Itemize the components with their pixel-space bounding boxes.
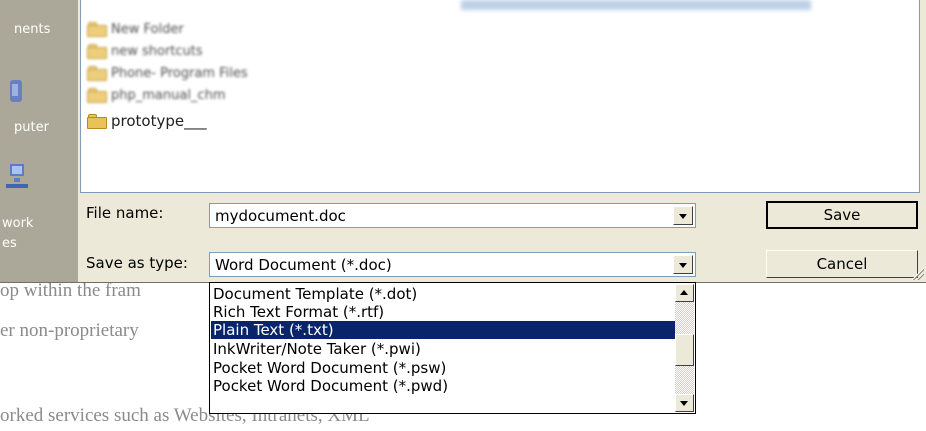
filename-value: mydocument.doc xyxy=(215,207,346,225)
dropdown-option-selected[interactable]: Plain Text (*.txt) xyxy=(211,321,676,339)
list-item-label: new shortcuts xyxy=(111,43,203,59)
places-item-network[interactable]: work xyxy=(2,216,80,231)
folder-icon xyxy=(87,113,107,129)
list-item-label: Phone- Program Files xyxy=(111,65,248,81)
scroll-up-button[interactable] xyxy=(675,284,694,302)
list-item[interactable]: php_manual_chm xyxy=(87,84,225,106)
list-item-label: php_manual_chm xyxy=(111,87,226,103)
places-item-label: es xyxy=(2,236,17,251)
cancel-button[interactable]: Cancel xyxy=(766,250,918,278)
folder-icon xyxy=(87,87,107,103)
blurred-shortcut-item xyxy=(461,0,811,10)
savetype-select[interactable]: Word Document (*.doc) xyxy=(209,252,696,277)
folder-icon xyxy=(87,43,107,59)
places-item-label: puter xyxy=(14,120,49,135)
filename-field[interactable]: mydocument.doc xyxy=(209,203,696,228)
folder-icon xyxy=(87,65,107,81)
scroll-track[interactable] xyxy=(675,366,694,394)
resize-grip[interactable] xyxy=(910,266,924,280)
dropdown-option[interactable]: InkWriter/Note Taker (*.pwi) xyxy=(211,340,676,358)
filename-dropdown-button[interactable] xyxy=(673,206,693,225)
places-item-places[interactable]: es xyxy=(2,236,80,251)
folder-icon xyxy=(87,21,107,37)
chevron-down-icon xyxy=(679,214,687,219)
list-item[interactable]: new shortcuts xyxy=(87,40,203,62)
dropdown-option[interactable]: Document Template (*.dot) xyxy=(211,285,676,303)
background-text-line: er non-proprietary xyxy=(0,320,139,341)
savetype-label: Save as type: xyxy=(86,254,188,272)
list-item[interactable]: Phone- Program Files xyxy=(87,62,248,84)
places-item-label: work xyxy=(2,216,34,231)
dropdown-scrollbar[interactable] xyxy=(675,284,694,412)
chevron-up-icon xyxy=(680,290,688,295)
scroll-track[interactable] xyxy=(675,302,694,334)
dropdown-option[interactable]: Rich Text Format (*.rtf) xyxy=(211,303,676,321)
list-item-label: prototype___ xyxy=(111,112,207,130)
dropdown-option[interactable]: Pocket Word Document (*.pwd) xyxy=(211,377,676,395)
places-item-label: nents xyxy=(14,22,51,37)
filename-label: File name: xyxy=(86,204,164,222)
list-item-label: New Folder xyxy=(111,21,184,37)
list-item[interactable]: prototype___ xyxy=(87,110,207,132)
dropdown-option[interactable]: Pocket Word Document (*.psw) xyxy=(211,359,676,377)
chevron-down-icon xyxy=(679,263,687,268)
places-bar: nents puter work es xyxy=(0,0,78,283)
save-button-label: Save xyxy=(823,206,861,224)
savetype-dropdown-button[interactable] xyxy=(673,255,693,274)
file-list[interactable]: New Folder new shortcuts Phone- Program … xyxy=(80,0,920,193)
save-as-dialog: nents puter work es New Folder new short… xyxy=(0,0,926,283)
background-text-line: op within the fram xyxy=(0,280,141,301)
scroll-down-button[interactable] xyxy=(675,394,694,412)
savetype-dropdown-list[interactable]: Document Template (*.dot) Rich Text Form… xyxy=(209,282,696,414)
scroll-thumb[interactable] xyxy=(675,334,694,366)
cancel-button-label: Cancel xyxy=(816,255,868,273)
network-icon xyxy=(4,160,32,190)
list-item[interactable]: New Folder xyxy=(87,18,184,40)
computer-icon xyxy=(6,78,28,106)
chevron-down-icon xyxy=(680,401,688,406)
save-button[interactable]: Save xyxy=(766,201,918,229)
savetype-value: Word Document (*.doc) xyxy=(215,256,392,274)
